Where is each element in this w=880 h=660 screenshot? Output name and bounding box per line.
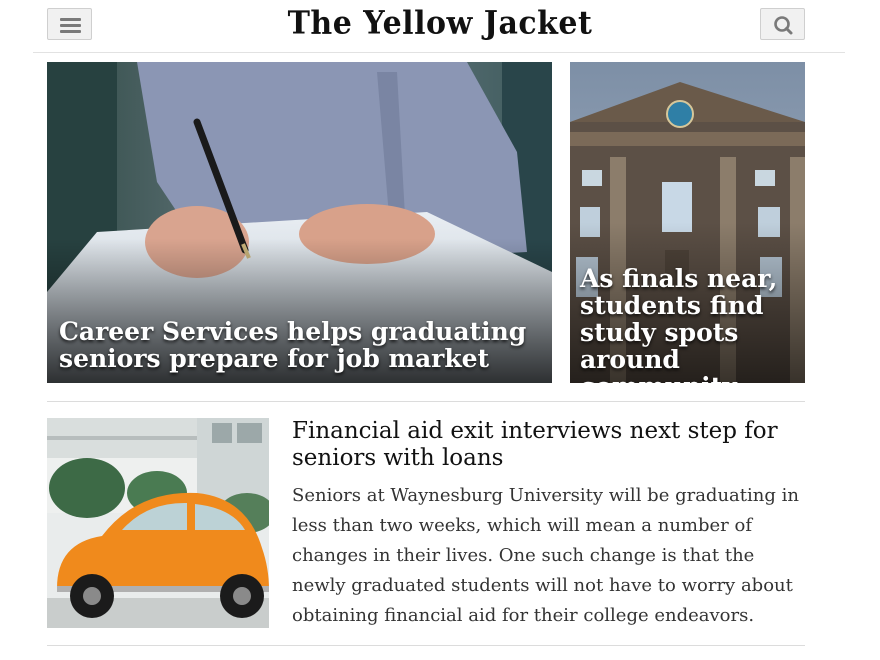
- featured-story-finals[interactable]: As finals near, students find study spot…: [570, 62, 805, 383]
- featured-story-title: As finals near, students find study spot…: [580, 264, 778, 383]
- site-header: The Yellow Jacket: [0, 0, 880, 52]
- menu-button[interactable]: [47, 8, 92, 40]
- article-thumbnail[interactable]: [47, 418, 269, 628]
- logo-text: The Yellow Jacket: [287, 5, 593, 42]
- section-divider: [47, 401, 805, 402]
- article-headline[interactable]: Financial aid exit interviews next step …: [292, 418, 792, 472]
- header-divider: [33, 52, 845, 53]
- section-divider: [47, 645, 805, 646]
- search-icon: [774, 16, 793, 35]
- article-list-item[interactable]: Financial aid exit interviews next step …: [47, 418, 805, 630]
- article-excerpt: Seniors at Waynesburg University will be…: [292, 485, 799, 626]
- article-image-orange-car: [47, 418, 269, 628]
- site-logo[interactable]: The Yellow Jacket: [280, 2, 600, 46]
- featured-story-title: Career Services helps graduating seniors…: [59, 317, 527, 373]
- featured-story-career-services[interactable]: Career Services helps graduating seniors…: [47, 62, 552, 383]
- search-button[interactable]: [760, 8, 805, 40]
